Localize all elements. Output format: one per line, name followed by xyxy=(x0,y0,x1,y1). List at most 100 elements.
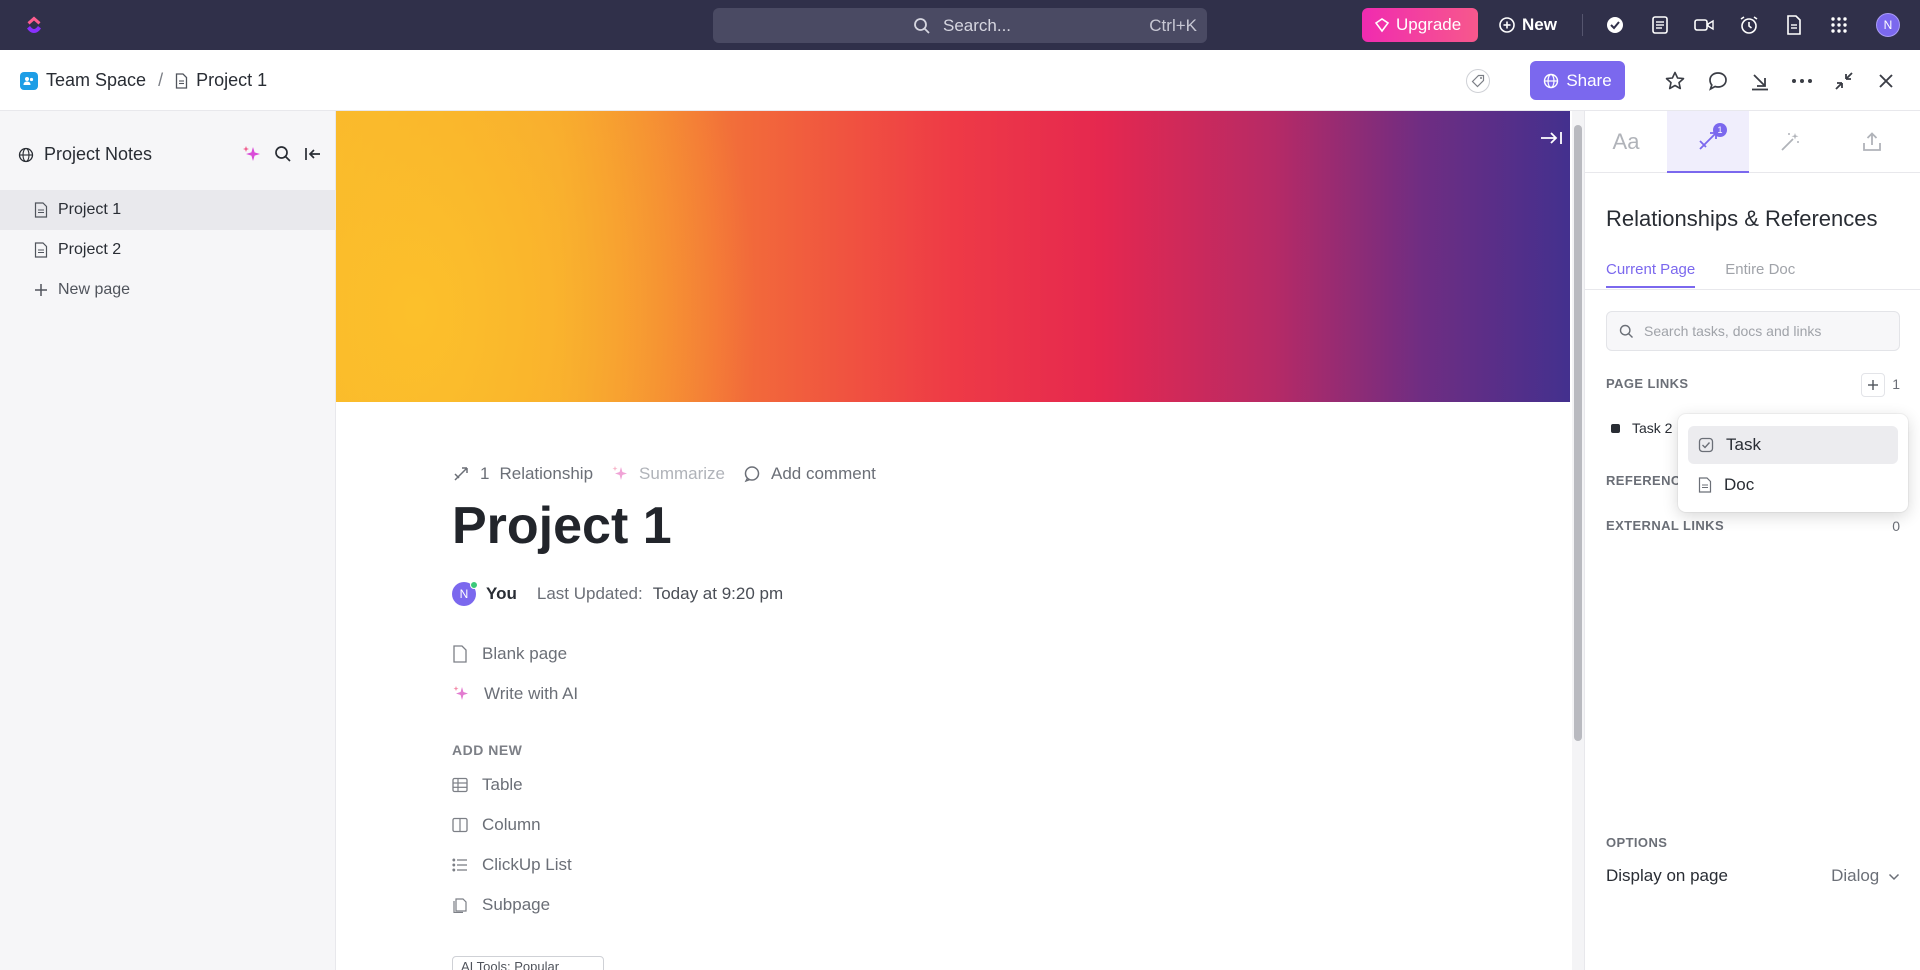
ai-tools-dropdown[interactable]: AI Tools: Popular xyxy=(452,956,604,970)
plus-circle-icon xyxy=(1498,16,1516,34)
blank-page-option[interactable]: Blank page xyxy=(452,644,567,664)
add-column-option[interactable]: Column xyxy=(452,815,541,835)
sidebar-actions xyxy=(242,144,322,164)
breadcrumb-doc[interactable]: Project 1 xyxy=(196,70,267,91)
sidebar-header: Project Notes xyxy=(18,144,152,165)
global-search-input[interactable]: Search... Ctrl+K xyxy=(713,8,1207,43)
add-clickup-list-label: ClickUp List xyxy=(482,855,572,874)
main-scrollbar[interactable] xyxy=(1572,111,1584,970)
doc-cover-image[interactable] xyxy=(336,111,1570,402)
expand-panel-icon[interactable] xyxy=(1540,130,1564,146)
panel-subtabs: Current Page Entire Doc xyxy=(1606,261,1795,288)
user-avatar[interactable]: N xyxy=(1876,13,1900,37)
upgrade-button[interactable]: Upgrade xyxy=(1362,8,1478,42)
options-heading: OPTIONS xyxy=(1606,835,1668,850)
star-icon[interactable] xyxy=(1663,69,1687,93)
page-icon xyxy=(34,242,48,258)
sidebar-item-label: Project 1 xyxy=(58,201,122,218)
sidebar-item-project-2[interactable]: Project 2 xyxy=(0,230,336,270)
close-icon[interactable] xyxy=(1874,69,1898,93)
blank-page-icon xyxy=(452,645,468,663)
panel-tabs: Aa 1 xyxy=(1585,111,1920,173)
page-icon xyxy=(34,202,48,218)
clickup-logo-icon[interactable] xyxy=(22,13,46,37)
display-on-page-label: Display on page xyxy=(1606,866,1728,885)
add-comment-button[interactable]: Add comment xyxy=(771,464,876,484)
write-with-ai-option[interactable]: Write with AI xyxy=(452,684,578,704)
subpage-icon xyxy=(452,897,468,913)
last-updated-value: Today at 9:20 pm xyxy=(652,584,784,603)
tab-ai-tools[interactable] xyxy=(1749,111,1831,173)
summarize-button[interactable]: Summarize xyxy=(639,464,725,484)
author-row: N You Last Updated: Today at 9:20 pm xyxy=(452,581,784,606)
comment-icon[interactable] xyxy=(1706,69,1730,93)
tab-current-page[interactable]: Current Page xyxy=(1606,261,1696,288)
tab-relationships[interactable]: 1 xyxy=(1667,111,1749,173)
minimize-icon[interactable] xyxy=(1832,69,1856,93)
tab-export[interactable] xyxy=(1831,111,1913,173)
doc-header: Team Space / Project 1 Share xyxy=(0,50,1920,111)
online-status-dot xyxy=(470,581,478,589)
ai-sparkle-icon[interactable] xyxy=(242,144,262,164)
tab-entire-doc[interactable]: Entire Doc xyxy=(1725,261,1795,288)
doc-icon[interactable] xyxy=(1783,14,1805,36)
upgrade-icon xyxy=(1374,17,1390,33)
globe-icon xyxy=(1543,73,1559,89)
menu-item-task[interactable]: Task xyxy=(1688,426,1898,464)
notepad-icon[interactable] xyxy=(1649,14,1671,36)
add-table-label: Table xyxy=(482,775,523,794)
add-new-heading: ADD NEW xyxy=(452,742,523,758)
new-page-button[interactable]: New page xyxy=(0,270,336,310)
add-table-option[interactable]: Table xyxy=(452,775,523,795)
new-button[interactable]: New xyxy=(1498,8,1557,42)
tag-icon[interactable] xyxy=(1466,69,1490,93)
search-placeholder: Search tasks, docs and links xyxy=(1644,323,1822,339)
chevron-down-icon xyxy=(1888,873,1900,881)
display-on-page-value: Dialog xyxy=(1831,866,1880,885)
relationship-label[interactable]: Relationship xyxy=(499,464,593,484)
check-circle-icon[interactable] xyxy=(1604,14,1626,36)
doc-icon xyxy=(1698,477,1712,493)
menu-item-label: Doc xyxy=(1724,475,1755,494)
typography-icon: Aa xyxy=(1612,129,1640,154)
display-on-page-select[interactable]: Dialog xyxy=(1831,866,1900,886)
sidebar-item-project-1[interactable]: Project 1 xyxy=(0,190,336,230)
menu-item-label: Task xyxy=(1726,435,1761,454)
task-status-icon xyxy=(1611,423,1620,433)
plus-icon xyxy=(34,283,48,297)
relationship-count[interactable]: 1 xyxy=(480,464,489,484)
subtabs-divider xyxy=(1585,289,1920,290)
download-icon[interactable] xyxy=(1748,69,1772,93)
author-initial: N xyxy=(459,587,469,601)
search-icon xyxy=(1619,324,1634,339)
page-link-item[interactable]: Task 2 xyxy=(1611,420,1672,436)
doc-meta-row: 1 Relationship Summarize Add comment xyxy=(452,464,876,484)
alarm-icon[interactable] xyxy=(1738,14,1760,36)
add-subpage-option[interactable]: Subpage xyxy=(452,895,550,915)
menu-item-doc[interactable]: Doc xyxy=(1688,466,1898,504)
apps-grid-icon[interactable] xyxy=(1828,14,1850,36)
display-on-page-row[interactable]: Display on page Dialog xyxy=(1606,866,1900,886)
add-page-link-button[interactable] xyxy=(1861,373,1885,397)
doc-sidebar: Project Notes Project 1 Project 2 New pa… xyxy=(0,111,336,970)
tab-formatting[interactable]: Aa xyxy=(1585,111,1667,173)
collapse-sidebar-icon[interactable] xyxy=(304,145,322,163)
breadcrumb: Team Space / Project 1 xyxy=(20,70,267,91)
breadcrumb-doc-icon xyxy=(175,72,188,89)
video-icon[interactable] xyxy=(1693,14,1715,36)
upload-icon xyxy=(1861,131,1883,153)
main-scrollbar-thumb[interactable] xyxy=(1574,125,1582,741)
search-shortcut: Ctrl+K xyxy=(1149,16,1197,35)
relationships-search-input[interactable]: Search tasks, docs and links xyxy=(1606,311,1900,351)
breadcrumb-space[interactable]: Team Space xyxy=(46,70,146,91)
add-clickup-list-option[interactable]: ClickUp List xyxy=(452,855,572,875)
globe-icon xyxy=(18,147,34,163)
page-link-label: Task 2 xyxy=(1632,420,1673,436)
more-options-icon[interactable] xyxy=(1790,69,1814,93)
share-button[interactable]: Share xyxy=(1530,61,1625,100)
page-title[interactable]: Project 1 xyxy=(452,496,672,556)
write-with-ai-label: Write with AI xyxy=(484,684,579,703)
new-label: New xyxy=(1522,15,1557,34)
search-icon[interactable] xyxy=(274,145,292,163)
new-page-label: New page xyxy=(58,281,131,298)
